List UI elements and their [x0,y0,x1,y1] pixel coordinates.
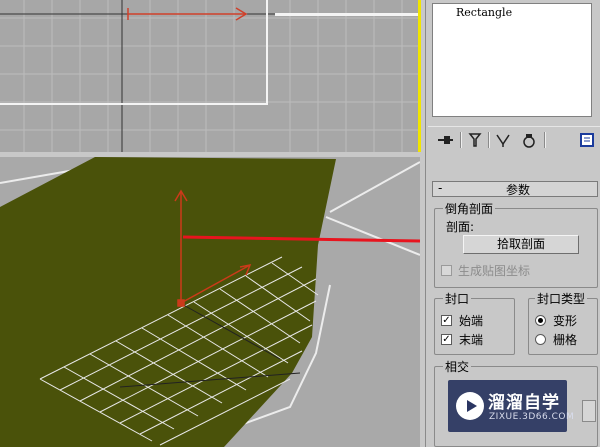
green-shape-fill [0,157,336,447]
cap-type-morph-label: 变形 [553,314,578,328]
cap-end-label: 末端 [459,333,484,347]
cap-end-checkbox[interactable]: ✓ [441,334,452,345]
rollout-title: 参数 [506,183,531,197]
modifier-stack-toolbar [428,126,600,153]
configure-icon[interactable] [578,131,596,149]
capping-group-title: 封口 [443,290,472,307]
cap-start-label: 始端 [459,314,484,328]
toolbar-separator [460,132,462,148]
watermark-title: 溜溜自学 [488,393,560,413]
cap-type-grid-label: 栅格 [553,333,578,347]
gen-map-coords-label: 生成贴图坐标 [458,264,531,278]
perspective-viewport[interactable] [0,157,420,447]
watermark-subtitle: ZIXUE.3D66.COM [489,412,575,422]
perspective-canvas [0,157,420,447]
profile-label: 剖面: [446,220,475,234]
toolbar-separator [544,132,546,148]
toolbar-separator [488,132,490,148]
object-name[interactable]: Rectangle [456,6,512,19]
object-list-box[interactable] [432,3,592,117]
cap-type-morph-radio[interactable] [535,315,546,326]
selected-line-top [275,13,418,16]
cap-start-checkbox[interactable]: ✓ [441,315,452,326]
intersect-group-title: 相交 [443,358,472,375]
play-logo-icon [456,392,484,420]
rollout-toggle[interactable]: - [438,181,442,195]
funnel-icon[interactable] [466,131,484,149]
spinner-control[interactable] [582,400,596,422]
cap-type-group-title: 封口类型 [535,290,588,307]
rectangle-shape-top [0,0,268,105]
gen-map-coords-checkbox[interactable] [441,265,452,276]
top-grid [0,0,418,152]
make-unique-icon[interactable] [494,131,512,149]
bevel-profile-group-title: 倒角剖面 [443,200,496,217]
pick-profile-button[interactable]: 拾取剖面 [463,235,579,254]
pin-stack-icon[interactable] [436,131,454,149]
top-viewport-canvas [0,0,418,152]
remove-modifier-icon[interactable] [520,131,538,149]
top-viewport[interactable] [0,0,421,155]
cap-type-grid-radio[interactable] [535,334,546,345]
